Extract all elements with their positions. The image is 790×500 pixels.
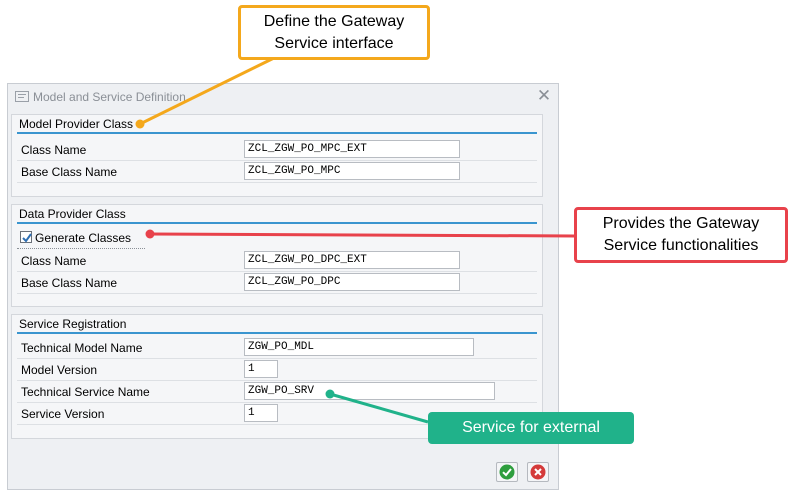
define-callout-line1: Define the Gateway (263, 13, 405, 30)
provides-callout-line1: Provides the Gateway (602, 215, 760, 232)
define-connector-dot (135, 119, 145, 129)
service-external-callout: Service for external (428, 412, 634, 444)
service-connector (329, 392, 429, 424)
service-callout-text: Service for external (462, 419, 600, 436)
provides-connector (149, 232, 576, 238)
provides-gateway-callout: Provides the Gateway Service functionali… (574, 207, 788, 263)
service-connector-dot (325, 389, 335, 399)
provides-connector-dot (145, 229, 155, 239)
provides-callout-line2: Service functionalities (603, 237, 759, 254)
define-callout-line2: Service interface (274, 35, 394, 52)
define-connector (139, 56, 275, 126)
define-gateway-callout: Define the Gateway Service interface (238, 5, 430, 60)
